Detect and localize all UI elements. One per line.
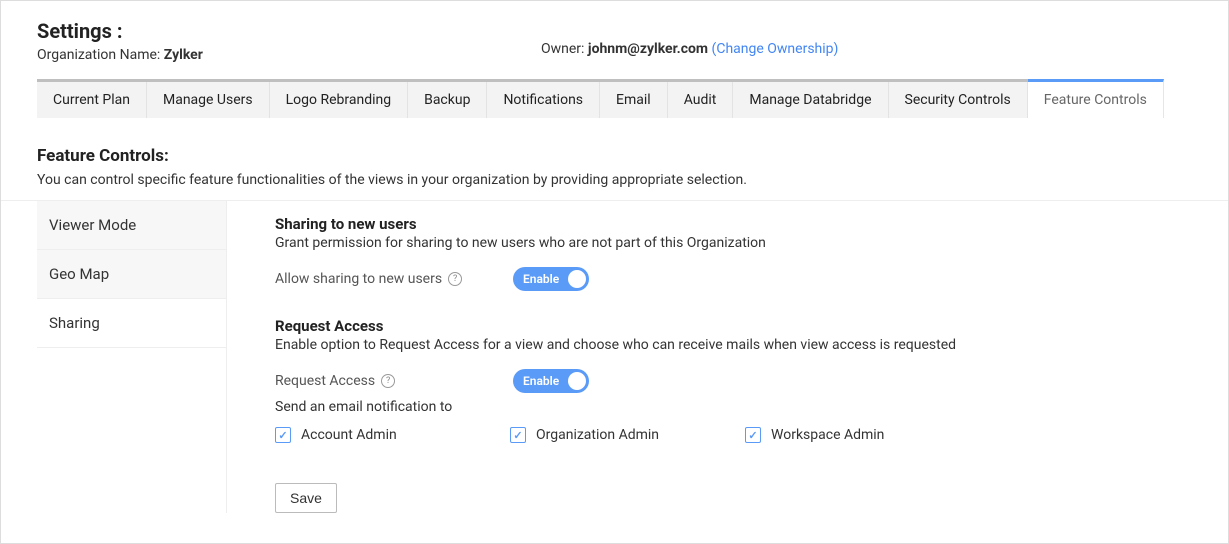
toggle-label: Enable bbox=[523, 272, 559, 286]
content-panel: Sharing to new users Grant permission fo… bbox=[227, 201, 1200, 513]
notification-label: Send an email notification to bbox=[275, 399, 1200, 415]
change-ownership-link[interactable]: (Change Ownership) bbox=[712, 41, 839, 57]
owner-label: Owner: bbox=[541, 41, 588, 57]
recipient-label: Workspace Admin bbox=[771, 427, 884, 443]
org-name: Zylker bbox=[164, 47, 203, 63]
owner-email: johnm@zylker.com bbox=[588, 41, 708, 57]
tab-audit[interactable]: Audit bbox=[668, 82, 734, 118]
checkbox-icon: ✓ bbox=[745, 427, 761, 443]
tab-backup[interactable]: Backup bbox=[408, 82, 487, 118]
tab-current-plan[interactable]: Current Plan bbox=[37, 82, 147, 118]
page-title: Settings : bbox=[37, 19, 1200, 43]
allow-sharing-toggle[interactable]: Enable bbox=[513, 267, 589, 291]
request-block-title: Request Access bbox=[275, 317, 1200, 335]
checkbox-icon: ✓ bbox=[275, 427, 291, 443]
org-label: Organization Name: bbox=[37, 47, 164, 63]
tab-email[interactable]: Email bbox=[600, 82, 668, 118]
section-heading: Feature Controls: bbox=[37, 146, 1200, 166]
checkbox-icon: ✓ bbox=[510, 427, 526, 443]
tab-feature-controls[interactable]: Feature Controls bbox=[1028, 79, 1164, 118]
toggle-knob bbox=[568, 270, 586, 288]
tab-security-controls[interactable]: Security Controls bbox=[889, 82, 1028, 118]
recipient-workspace-admin[interactable]: ✓ Workspace Admin bbox=[745, 427, 980, 443]
tabbar: Current PlanManage UsersLogo RebrandingB… bbox=[37, 79, 1154, 118]
sharing-block-desc: Grant permission for sharing to new user… bbox=[275, 235, 1200, 251]
save-button[interactable]: Save bbox=[275, 483, 337, 513]
recipient-label: Organization Admin bbox=[536, 427, 659, 443]
tab-manage-databridge[interactable]: Manage Databridge bbox=[733, 82, 888, 118]
side-item-geo-map[interactable]: Geo Map bbox=[37, 250, 226, 299]
request-block-desc: Enable option to Request Access for a vi… bbox=[275, 337, 1200, 353]
toggle-label: Enable bbox=[523, 374, 559, 388]
request-access-toggle[interactable]: Enable bbox=[513, 369, 589, 393]
sharing-block-title: Sharing to new users bbox=[275, 215, 1200, 233]
owner-block: Owner: johnm@zylker.com (Change Ownershi… bbox=[541, 41, 838, 57]
side-menu: Viewer ModeGeo MapSharing bbox=[37, 201, 227, 513]
recipient-organization-admin[interactable]: ✓ Organization Admin bbox=[510, 427, 745, 443]
recipient-label: Account Admin bbox=[301, 427, 397, 443]
section-description: You can control specific feature functio… bbox=[37, 172, 1200, 188]
recipient-row: ✓ Account Admin ✓ Organization Admin ✓ Worksp… bbox=[275, 427, 1200, 443]
tab-manage-users[interactable]: Manage Users bbox=[147, 82, 270, 118]
help-icon[interactable]: ? bbox=[448, 272, 462, 286]
side-item-viewer-mode[interactable]: Viewer Mode bbox=[37, 201, 226, 250]
toggle-knob bbox=[568, 372, 586, 390]
tab-notifications[interactable]: Notifications bbox=[487, 82, 600, 118]
help-icon[interactable]: ? bbox=[381, 374, 395, 388]
tab-logo-rebranding[interactable]: Logo Rebranding bbox=[270, 82, 408, 118]
recipient-account-admin[interactable]: ✓ Account Admin bbox=[275, 427, 510, 443]
request-access-label: Request Access bbox=[275, 373, 375, 389]
allow-sharing-label: Allow sharing to new users bbox=[275, 271, 442, 287]
side-item-sharing[interactable]: Sharing bbox=[37, 299, 226, 348]
